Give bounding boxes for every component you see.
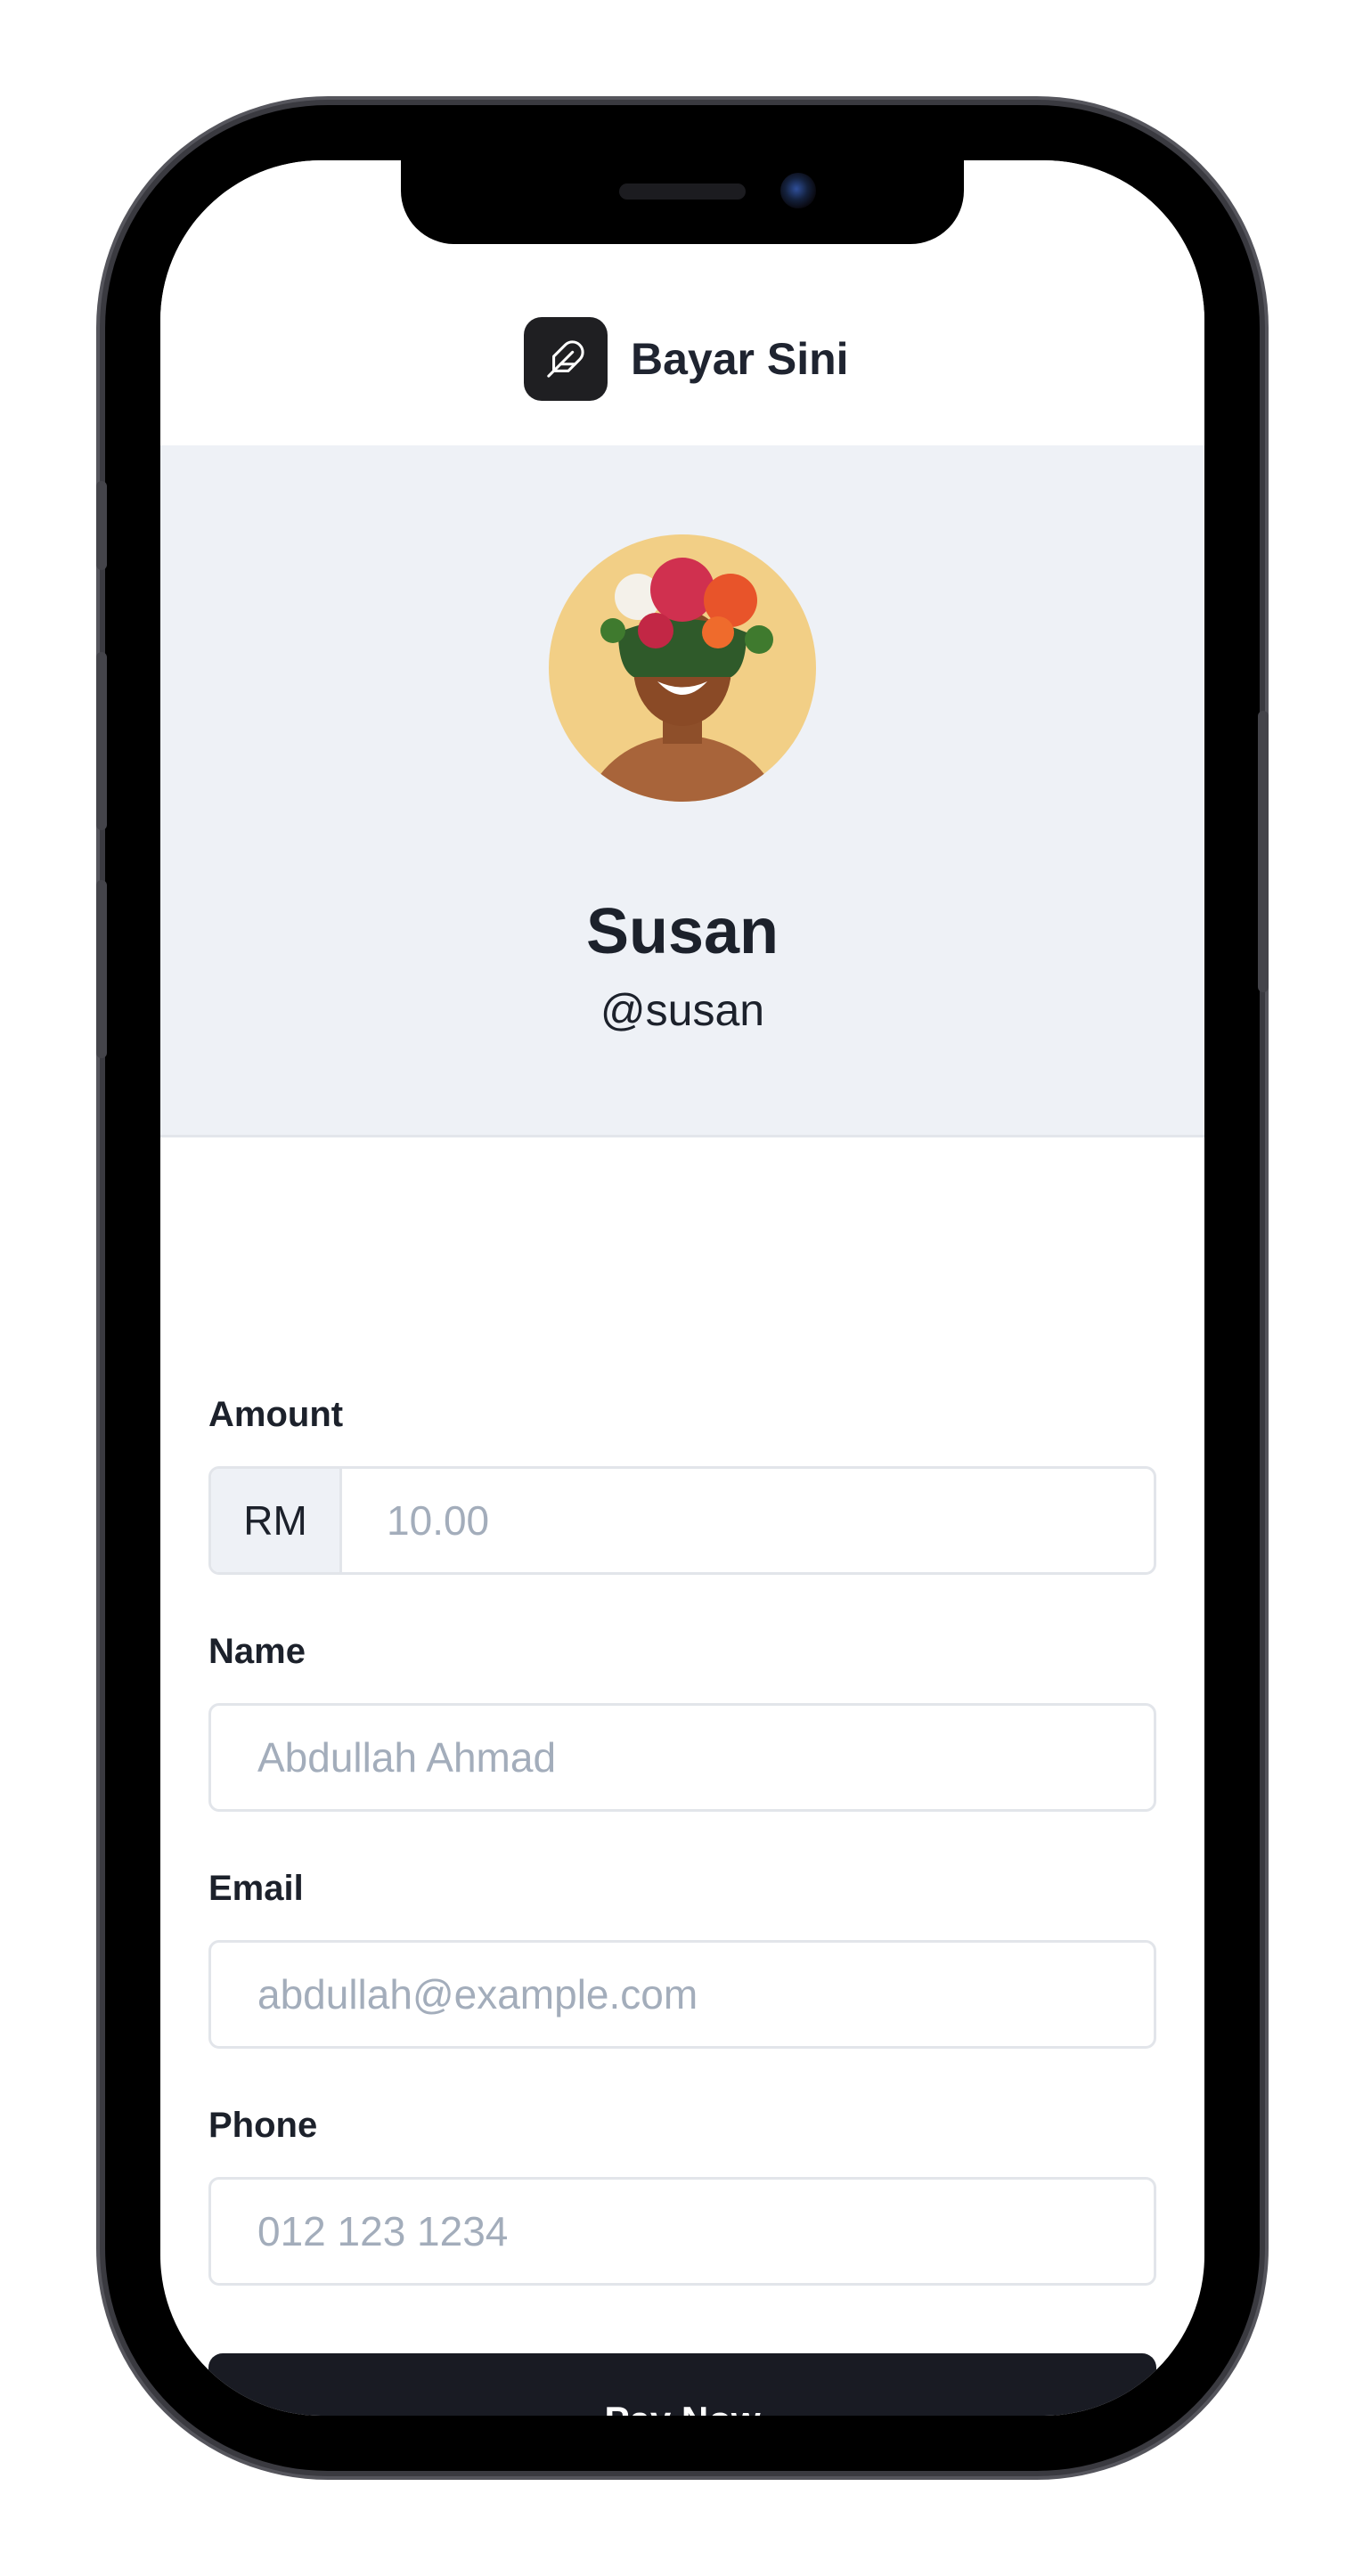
amount-input[interactable] — [342, 1496, 1154, 1545]
phone-screen: Bayar Sini Susan @susan Amount RM 10.00 … — [160, 160, 1204, 2416]
brand: Bayar Sini — [524, 317, 849, 401]
brand-name: Bayar Sini — [631, 334, 849, 384]
email-label: Email — [208, 1869, 304, 1908]
feather-icon — [524, 317, 608, 401]
speaker-grille — [619, 183, 746, 200]
volume-down-button — [96, 880, 107, 1058]
avatar — [549, 534, 816, 802]
phone-input[interactable] — [211, 2207, 1154, 2255]
front-camera — [780, 173, 816, 208]
profile-handle: @susan — [600, 985, 765, 1035]
power-button — [1258, 711, 1269, 992]
mute-switch — [96, 481, 107, 570]
phone-field — [208, 2177, 1156, 2286]
email-input[interactable] — [211, 1970, 1154, 2018]
profile-section: Susan @susan — [160, 445, 1204, 1137]
amount-field: RM — [208, 1466, 1156, 1575]
volume-up-button — [96, 652, 107, 830]
name-field — [208, 1703, 1156, 1812]
currency-prefix: RM — [211, 1469, 343, 1572]
email-field — [208, 1940, 1156, 2049]
name-label: Name — [208, 1632, 306, 1671]
phone-label: Phone — [208, 2106, 318, 2145]
profile-name: Susan — [585, 896, 779, 967]
device-notch — [401, 160, 964, 244]
pay-now-button[interactable]: Pay Now — [208, 2353, 1156, 2416]
name-input[interactable] — [211, 1733, 1154, 1781]
amount-label: Amount — [208, 1395, 344, 1434]
